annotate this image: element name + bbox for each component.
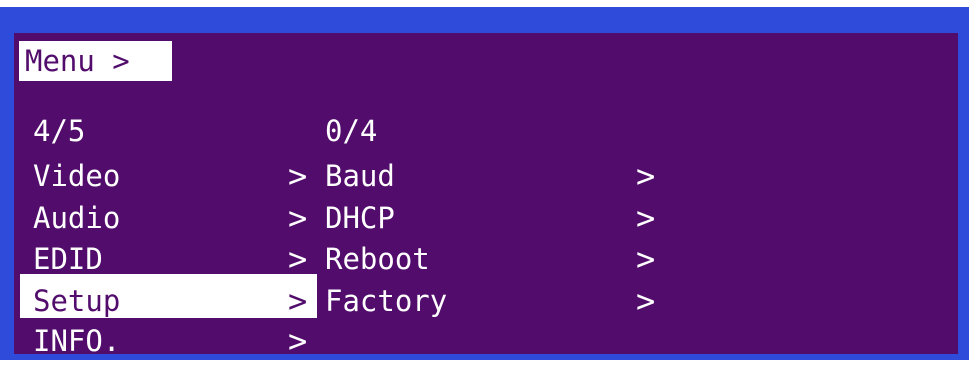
chevron-right-icon: > — [288, 157, 308, 195]
menu-item-label: EDID — [33, 242, 103, 276]
chevron-right-icon: > — [636, 157, 656, 195]
breadcrumb: Menu > — [25, 44, 130, 78]
menu-item-label: Video — [33, 159, 121, 193]
menu-item-label: Setup — [33, 284, 121, 318]
osd-screen: Menu > 4/5 0/4 Video > Audio > EDID > Se… — [14, 33, 958, 360]
chevron-right-icon: > — [636, 282, 656, 320]
menu-item-label: INFO. — [33, 324, 121, 358]
device-bezel: Menu > 4/5 0/4 Video > Audio > EDID > Se… — [0, 7, 969, 360]
chevron-right-icon: > — [288, 199, 308, 237]
chevron-right-icon: > — [288, 282, 308, 320]
sub-menu-counter: 0/4 — [325, 114, 378, 148]
sub-menu-item-label: Reboot — [325, 242, 430, 276]
sub-menu-item-label: Factory — [325, 284, 448, 318]
chevron-right-icon: > — [288, 322, 308, 360]
chevron-right-icon: > — [636, 240, 656, 278]
sub-menu-item-label: DHCP — [325, 201, 395, 235]
chevron-right-icon: > — [636, 199, 656, 237]
menu-item-label: Audio — [33, 201, 121, 235]
left-menu-counter: 4/5 — [33, 114, 86, 148]
sub-menu-item-label: Baud — [325, 159, 395, 193]
chevron-right-icon: > — [288, 240, 308, 278]
